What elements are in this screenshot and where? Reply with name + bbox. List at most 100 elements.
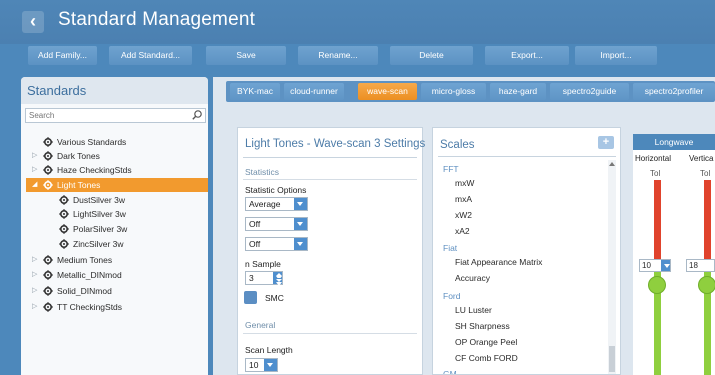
tab-wave-scan[interactable]: wave-scan <box>358 83 417 100</box>
back-button[interactable]: ‹ <box>22 11 44 33</box>
statistic-dropdown-3[interactable]: Off <box>245 237 308 251</box>
rename-button[interactable]: Rename... <box>298 46 378 65</box>
chevron-down-icon[interactable] <box>264 359 277 371</box>
expand-right-icon[interactable]: ▷ <box>32 268 40 282</box>
scales-scrollbar[interactable] <box>608 160 616 374</box>
expand-right-icon[interactable]: ▷ <box>32 163 40 177</box>
standard-detail-area: BYK-mac cloud-runner wave-scan micro-glo… <box>213 77 715 375</box>
search-icon[interactable] <box>191 109 203 121</box>
vertical-slider-handle[interactable] <box>698 276 715 294</box>
gear-icon <box>43 270 53 280</box>
general-divider <box>243 333 417 334</box>
toolbar: Add Family... Add Standard... Save Renam… <box>0 44 715 68</box>
expand-right-icon[interactable]: ▷ <box>32 149 40 163</box>
vertical-tol-input[interactable]: 18 <box>686 259 715 272</box>
tree-item-label: Light Tones <box>57 180 101 190</box>
scale-item-mxa[interactable]: mxA <box>455 194 472 204</box>
tree-item-family[interactable]: ▷ Metallic_DINmod <box>32 268 203 282</box>
tree-item-label: Medium Tones <box>57 255 113 265</box>
gear-icon <box>59 224 69 234</box>
export-button[interactable]: Export... <box>485 46 569 65</box>
gear-icon <box>59 209 69 219</box>
standards-panel: Standards Various Standards ▷ Dark Tones ▷ H… <box>21 77 208 375</box>
title-bar: ‹ Standard Management <box>0 0 715 44</box>
statistic-options-dropdown[interactable]: Average <box>245 197 308 211</box>
tree-item-label: PolarSilver 3w <box>73 224 128 234</box>
statistic-dropdown-2[interactable]: Off <box>245 217 308 231</box>
scales-title: Scales <box>440 139 475 151</box>
tree-item-standard[interactable]: LightSilver 3w <box>59 207 203 221</box>
vertical-tol-value: 18 <box>689 261 698 270</box>
tree-item-family[interactable]: ◢ Light Tones <box>32 178 203 192</box>
import-button[interactable]: Import... <box>575 46 657 65</box>
instrument-tabs: BYK-mac cloud-runner wave-scan micro-glo… <box>226 81 715 102</box>
expand-right-icon[interactable]: ▷ <box>32 300 40 314</box>
chevron-down-icon[interactable] <box>294 238 307 250</box>
search-field[interactable] <box>25 108 206 123</box>
horizontal-label: Horizontal <box>635 154 672 163</box>
n-sample-label: n Sample <box>245 259 281 269</box>
scale-item-mxw[interactable]: mxW <box>455 178 474 188</box>
scale-item-sh-sharpness[interactable]: SH Sharpness <box>455 321 510 331</box>
scale-item-lu-luster[interactable]: LU Luster <box>455 305 492 315</box>
scale-item-accuracy[interactable]: Accuracy <box>455 273 490 283</box>
search-input[interactable] <box>29 110 189 121</box>
tree-item-family[interactable]: ▷ Medium Tones <box>32 253 203 267</box>
tree-item-standard[interactable]: PolarSilver 3w <box>59 222 203 236</box>
tree-item-label: ZincSilver 3w <box>73 239 124 249</box>
horizontal-slider-handle[interactable] <box>648 276 666 294</box>
scale-item-fiat-appearance-matrix[interactable]: Fiat Appearance Matrix <box>455 257 542 267</box>
tab-haze-gard[interactable]: haze-gard <box>490 83 546 100</box>
tree-item-family[interactable]: Various Standards <box>32 135 203 149</box>
vertical-tol-label: Tol <box>700 169 711 178</box>
scale-item-cf-comb-ford[interactable]: CF Comb FORD <box>455 353 518 363</box>
delete-button[interactable]: Delete <box>390 46 473 65</box>
horizontal-tol-input[interactable]: 10 <box>639 259 671 272</box>
tree-item-standard[interactable]: ZincSilver 3w <box>59 237 203 251</box>
scale-item-op-orange-peel[interactable]: OP Orange Peel <box>455 337 517 347</box>
tree-item-family[interactable]: ▷ Solid_DINmod <box>32 284 203 298</box>
stepper-icon[interactable] <box>661 260 670 271</box>
scale-group-ford: Ford <box>443 291 461 301</box>
chevron-down-icon[interactable] <box>294 218 307 230</box>
horizontal-tol-value: 10 <box>642 261 651 270</box>
smc-label: SMC <box>265 293 284 303</box>
add-standard-button[interactable]: Add Standard... <box>109 46 192 65</box>
gear-icon <box>43 180 53 190</box>
scroll-up-icon[interactable] <box>609 162 615 166</box>
expand-right-icon[interactable]: ▷ <box>32 284 40 298</box>
add-scale-button[interactable]: + <box>598 136 614 149</box>
gear-icon <box>43 286 53 296</box>
scale-group-fiat: Fiat <box>443 243 458 253</box>
tab-micro-gloss[interactable]: micro-gloss <box>421 83 486 100</box>
gear-icon <box>43 151 53 161</box>
gear-icon <box>43 302 53 312</box>
tree-item-label: Dark Tones <box>57 151 100 161</box>
chevron-down-icon[interactable] <box>294 198 307 210</box>
expand-right-icon[interactable]: ▷ <box>32 253 40 267</box>
n-sample-value: 3 <box>249 273 254 283</box>
longwave-panel: Longwave Horizontal Vertica Tol Tol 10 1… <box>633 134 715 375</box>
tab-spectro2guide[interactable]: spectro2guide <box>550 83 629 100</box>
n-sample-stepper[interactable]: 3 <box>245 271 283 286</box>
tab-spectro2profiler[interactable]: spectro2profiler <box>633 83 715 100</box>
scale-item-xw2[interactable]: xW2 <box>455 210 472 220</box>
tree-item-family[interactable]: ▷ Dark Tones <box>32 149 203 163</box>
smc-checkbox[interactable] <box>244 291 257 304</box>
scrollbar-thumb[interactable] <box>609 346 615 372</box>
tree-item-family[interactable]: ▷ TT CheckingStds <box>32 300 203 314</box>
tree-item-standard[interactable]: DustSilver 3w <box>59 193 203 207</box>
tab-cloud-runner[interactable]: cloud-runner <box>284 83 344 100</box>
vertical-label: Vertica <box>689 154 714 163</box>
stepper-down-icon[interactable] <box>273 278 282 286</box>
tab-byk-mac[interactable]: BYK-mac <box>230 83 280 100</box>
statistics-section-header: Statistics <box>245 167 280 177</box>
expand-down-icon[interactable]: ◢ <box>32 178 40 192</box>
scale-item-xa2[interactable]: xA2 <box>455 226 470 236</box>
tree-item-family[interactable]: ▷ Haze CheckingStds <box>32 163 203 177</box>
longwave-header: Longwave <box>633 134 715 150</box>
scan-length-dropdown[interactable]: 10 <box>245 358 278 372</box>
add-family-button[interactable]: Add Family... <box>28 46 97 65</box>
save-button[interactable]: Save <box>206 46 286 65</box>
gear-icon <box>43 255 53 265</box>
